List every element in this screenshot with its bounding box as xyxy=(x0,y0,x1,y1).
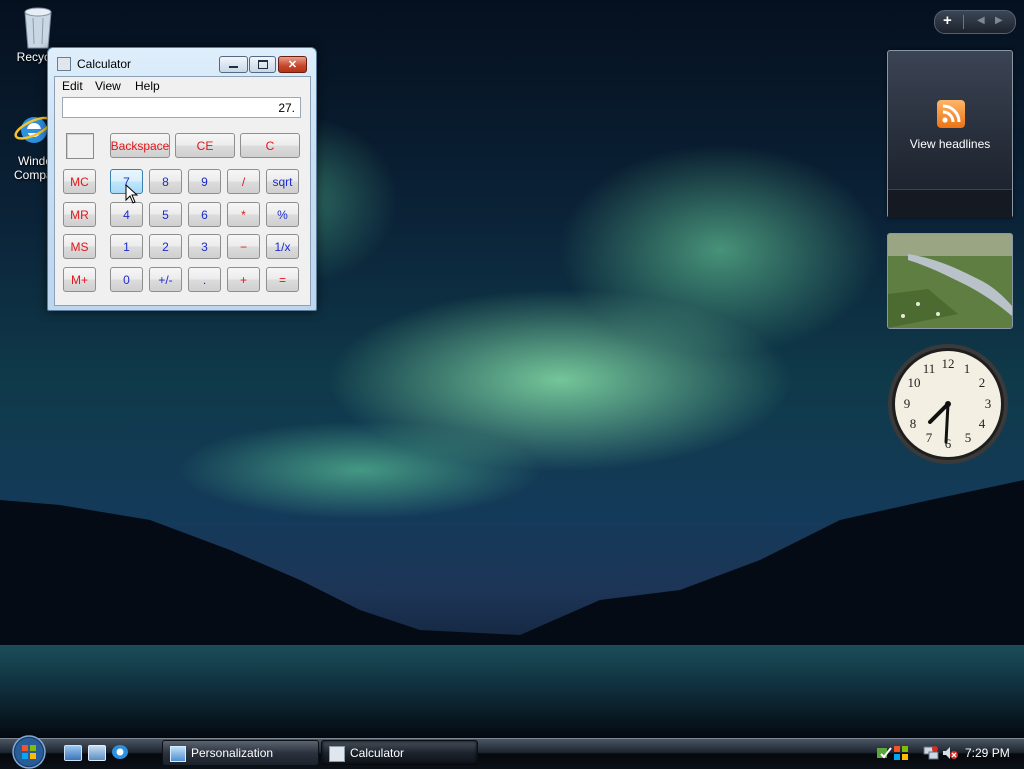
decimal-button[interactable]: . xyxy=(188,267,221,292)
equals-button[interactable]: = xyxy=(266,267,299,292)
taskbar-button-personalization[interactable]: Personalization xyxy=(162,740,319,766)
close-icon: ✕ xyxy=(287,59,298,71)
mountain-silhouette xyxy=(0,480,1024,738)
rss-icon xyxy=(937,100,965,128)
start-button[interactable] xyxy=(8,735,50,769)
switch-windows-icon[interactable] xyxy=(88,745,106,761)
show-desktop-icon[interactable] xyxy=(64,745,82,761)
divider xyxy=(963,15,964,29)
digit-0-button[interactable]: 0 xyxy=(110,267,143,292)
recycle-bin-icon xyxy=(24,7,52,49)
subtract-button[interactable]: − xyxy=(227,234,260,259)
calculator-window: Calculator ✕ Edit View Help 27. Backspac… xyxy=(47,47,317,311)
memory-recall-button[interactable]: MR xyxy=(63,202,96,227)
volume-muted-icon[interactable] xyxy=(942,745,958,761)
clock-number-8: 8 xyxy=(910,416,917,431)
add-button[interactable]: + xyxy=(227,267,260,292)
clock-number-3: 3 xyxy=(985,396,992,411)
clock-number-12: 12 xyxy=(942,356,955,371)
internet-explorer-quicklaunch-icon[interactable] xyxy=(112,745,128,759)
memory-add-button[interactable]: M+ xyxy=(63,267,96,292)
add-gadget-button[interactable]: + xyxy=(943,12,952,29)
taskbar-button-calculator[interactable]: Calculator xyxy=(321,740,478,766)
divide-button[interactable]: / xyxy=(227,169,260,194)
clock-minute-hand xyxy=(944,402,950,444)
clock-number-4: 4 xyxy=(979,416,986,431)
digit-9-button[interactable]: 9 xyxy=(188,169,221,194)
digit-6-button[interactable]: 6 xyxy=(188,202,221,227)
network-icon[interactable] xyxy=(923,745,939,761)
calculator-client: Edit View Help 27. Backspace CE C MC 7 8… xyxy=(54,76,311,306)
calculator-icon xyxy=(329,746,345,762)
digit-1-button[interactable]: 1 xyxy=(110,234,143,259)
slideshow-gadget[interactable] xyxy=(887,233,1013,329)
sign-button[interactable]: +/- xyxy=(149,267,182,292)
digit-4-button[interactable]: 4 xyxy=(110,202,143,227)
title-bar[interactable]: Calculator ✕ xyxy=(48,48,316,76)
close-button[interactable]: ✕ xyxy=(278,56,307,73)
menu-view[interactable]: View xyxy=(95,79,121,93)
sidebar-controls: + ◀ ▶ xyxy=(934,10,1016,34)
previous-page-icon[interactable]: ◀ xyxy=(977,15,985,26)
taskbar-clock[interactable]: 7:29 PM xyxy=(965,746,1010,760)
feed-caption[interactable]: View headlines xyxy=(888,137,1012,151)
taskbar-label: Personalization xyxy=(191,746,274,760)
feed-headlines-gadget[interactable]: View headlines xyxy=(887,50,1013,218)
personalization-icon xyxy=(170,746,186,762)
calculator-display: 27. xyxy=(62,97,301,118)
slideshow-photo xyxy=(888,234,1012,328)
clock-number-7: 7 xyxy=(926,430,933,445)
digit-3-button[interactable]: 3 xyxy=(188,234,221,259)
feed-footer xyxy=(888,189,1012,218)
clear-button[interactable]: C xyxy=(240,133,300,158)
calculator-app-icon[interactable] xyxy=(57,57,71,71)
backspace-button[interactable]: Backspace xyxy=(110,133,170,158)
sqrt-button[interactable]: sqrt xyxy=(266,169,299,194)
maximize-icon xyxy=(257,60,268,69)
memory-store-button[interactable]: MS xyxy=(63,234,96,259)
percent-button[interactable]: % xyxy=(266,202,299,227)
clock-gadget[interactable]: 12 1 2 3 4 5 6 7 8 9 10 11 xyxy=(886,342,1010,466)
digit-2-button[interactable]: 2 xyxy=(149,234,182,259)
clock-number-2: 2 xyxy=(979,375,986,390)
next-page-icon[interactable]: ▶ xyxy=(995,15,1003,26)
multiply-button[interactable]: * xyxy=(227,202,260,227)
window-title: Calculator xyxy=(77,57,132,71)
clock-number-9: 9 xyxy=(904,396,911,411)
clear-entry-button[interactable]: CE xyxy=(175,133,235,158)
memory-clear-button[interactable]: MC xyxy=(63,169,96,194)
clock-number-1: 1 xyxy=(964,361,971,376)
desktop-background: Recycle Windo Compat Calculator ✕ Edit V… xyxy=(0,0,1024,738)
mouse-pointer-icon xyxy=(125,184,139,204)
minimize-icon xyxy=(229,66,238,68)
security-center-icon[interactable] xyxy=(876,745,892,761)
menu-bar: Edit View Help xyxy=(55,77,310,95)
windows-update-icon[interactable] xyxy=(893,745,909,761)
menu-edit[interactable]: Edit xyxy=(62,79,83,93)
clock-number-5: 5 xyxy=(965,430,972,445)
digit-8-button[interactable]: 8 xyxy=(149,169,182,194)
menu-help[interactable]: Help xyxy=(135,79,160,93)
digit-5-button[interactable]: 5 xyxy=(149,202,182,227)
minimize-button[interactable] xyxy=(219,56,248,73)
clock-number-10: 10 xyxy=(908,375,921,390)
clock-number-11: 11 xyxy=(923,361,936,376)
taskbar-label: Calculator xyxy=(350,746,405,760)
memory-indicator xyxy=(66,133,94,159)
notification-area: 7:29 PM xyxy=(868,739,1024,768)
maximize-button[interactable] xyxy=(249,56,276,73)
reciprocal-button[interactable]: 1/x xyxy=(266,234,299,259)
